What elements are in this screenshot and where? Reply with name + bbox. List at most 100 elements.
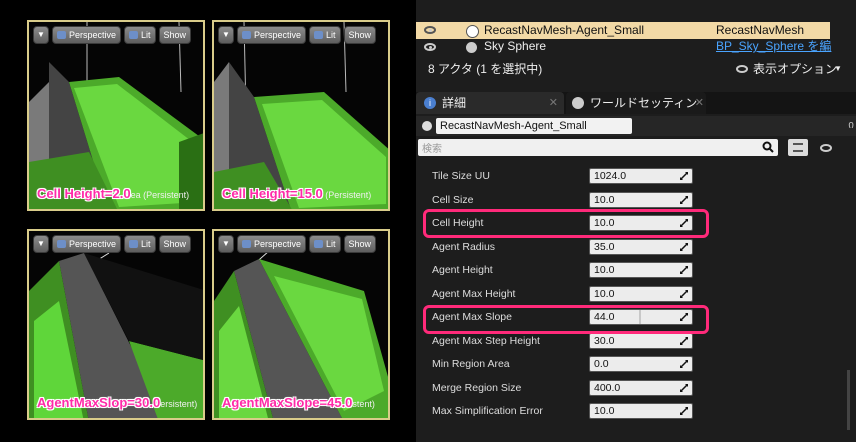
- viewport-caption: AgentMaxSlop=30.0ersistent): [37, 395, 198, 410]
- viewport-toolbar: ▼ Perspective Lit Show: [218, 26, 377, 44]
- drag-arrows-icon: [680, 195, 688, 204]
- perspective-button[interactable]: Perspective: [237, 235, 307, 253]
- details-header: RecastNavMesh-Agent_Small ი: [416, 116, 856, 136]
- viewport-caption: AgentMaxSlope=45.0stent): [222, 395, 375, 410]
- property-label: Min Region Area: [432, 358, 510, 370]
- perspective-button[interactable]: Perspective: [52, 26, 122, 44]
- property-label: Agent Radius: [432, 240, 496, 253]
- tab-bar: i 詳細 ✕ ワールドセッティン ✕: [416, 92, 856, 114]
- tab-world-settings[interactable]: ワールドセッティン ✕: [566, 92, 706, 114]
- scene-render: [214, 250, 388, 418]
- search-input[interactable]: 検索: [418, 139, 778, 156]
- property-value: 1024.0: [594, 170, 627, 182]
- chevron-down-icon: ▼: [37, 30, 45, 39]
- highlight-cell-height: [423, 209, 709, 238]
- grid-icon: [793, 143, 803, 152]
- property-value-field[interactable]: 1024.0: [589, 168, 693, 184]
- viewport-toolbar: ▼ Perspective Lit Show: [218, 235, 377, 253]
- viewport-cell-height-15[interactable]: ▼ Perspective Lit Show Cell Height=15.0 …: [212, 20, 390, 211]
- property-value: 30.0: [594, 334, 615, 347]
- globe-icon: [572, 97, 584, 109]
- perspective-button[interactable]: Perspective: [52, 235, 122, 253]
- lit-icon: [129, 240, 139, 248]
- viewport-max-slope-30[interactable]: ▼ Perspective Lit Show AgentMaxSlop=30.0…: [27, 229, 205, 420]
- lock-icon[interactable]: ი: [848, 118, 854, 131]
- drag-arrows-icon: [680, 407, 688, 415]
- lit-icon: [129, 31, 139, 39]
- scene-render: [29, 252, 203, 418]
- chevron-down-icon: ▼: [222, 239, 230, 248]
- property-list: Tile Size UU 1024.0 Cell Size 10.0 Cell Heig…: [416, 160, 856, 442]
- chevron-down-icon: ▼: [222, 30, 230, 39]
- scene-render: [29, 22, 203, 209]
- viewport-caption: Cell Height=2.0ea (Persistent): [37, 186, 190, 201]
- property-value-field[interactable]: 10.0: [589, 262, 693, 278]
- property-label: Agent Height: [432, 264, 493, 276]
- lit-button[interactable]: Lit: [124, 26, 156, 44]
- actor-icon: [422, 121, 432, 131]
- highlight-agent-max-slope: [423, 305, 709, 334]
- viewport-menu-button[interactable]: ▼: [218, 235, 234, 253]
- drag-arrows-icon: [680, 336, 688, 345]
- drag-arrows-icon: [680, 360, 688, 368]
- show-button[interactable]: Show: [158, 26, 192, 44]
- property-value-field[interactable]: 10.0: [589, 191, 693, 208]
- property-value-field[interactable]: 10.0: [589, 285, 693, 302]
- perspective-icon: [242, 240, 251, 248]
- perspective-icon: [57, 31, 66, 39]
- property-label: Cell Size: [432, 193, 474, 206]
- outliner-row-selected[interactable]: RecastNavMesh-Agent_Small RecastNavMesh: [416, 22, 830, 39]
- show-button[interactable]: Show: [343, 26, 377, 44]
- eye-icon[interactable]: [424, 26, 436, 34]
- tab-details[interactable]: i 詳細 ✕: [416, 92, 564, 114]
- perspective-button[interactable]: Perspective: [237, 26, 307, 44]
- lit-icon: [314, 240, 324, 248]
- viewport-menu-button[interactable]: ▼: [33, 235, 49, 253]
- scene-render: [214, 22, 388, 209]
- viewport-toolbar: ▼ Perspective Lit Show: [33, 235, 192, 253]
- property-label: Max Simplification Error: [432, 405, 543, 417]
- eye-icon[interactable]: [820, 144, 832, 152]
- close-icon[interactable]: ✕: [695, 92, 704, 114]
- property-value-field[interactable]: 0.0: [589, 356, 693, 372]
- viewport-cell-height-2[interactable]: ▼ Perspective Lit Show Cell Height=2.0ea…: [27, 20, 205, 211]
- viewport-max-slope-45[interactable]: ▼ Perspective Lit Show AgentMaxSlope=45.…: [212, 229, 390, 420]
- property-value: 10.0: [594, 287, 615, 300]
- close-icon[interactable]: ✕: [549, 92, 558, 114]
- actor-icon: [466, 25, 479, 38]
- property-label: Agent Max Step Height: [432, 334, 540, 347]
- property-label: Agent Max Height: [432, 287, 516, 300]
- actor-name-field[interactable]: RecastNavMesh-Agent_Small: [436, 118, 632, 134]
- lit-button[interactable]: Lit: [124, 235, 156, 253]
- drag-arrows-icon: [680, 289, 688, 298]
- show-button[interactable]: Show: [158, 235, 192, 253]
- property-matrix-button[interactable]: [788, 139, 808, 156]
- view-options-button[interactable]: 表示オプション: [753, 58, 837, 80]
- property-label: Merge Region Size: [432, 381, 522, 394]
- info-icon: i: [424, 97, 436, 109]
- show-button[interactable]: Show: [343, 235, 377, 253]
- chevron-down-icon: ▼: [834, 64, 842, 73]
- property-value: 10.0: [594, 193, 615, 206]
- viewport-menu-button[interactable]: ▼: [33, 26, 49, 44]
- property-value-field[interactable]: 10.0: [589, 403, 693, 419]
- eye-icon: [736, 65, 748, 73]
- outliner-row[interactable]: Sky Sphere BP_Sky_Sphere を編: [416, 40, 856, 54]
- property-value: 35.0: [594, 240, 615, 253]
- viewport-menu-button[interactable]: ▼: [218, 26, 234, 44]
- property-value-field[interactable]: 30.0: [589, 332, 693, 349]
- perspective-icon: [242, 31, 251, 39]
- lit-button[interactable]: Lit: [309, 26, 341, 44]
- editor-panel: RecastNavMesh-Agent_Small RecastNavMesh …: [416, 0, 856, 442]
- property-value-field[interactable]: 400.0: [589, 379, 693, 396]
- property-value: 10.0: [594, 405, 615, 417]
- scrollbar[interactable]: [847, 370, 850, 430]
- lit-button[interactable]: Lit: [309, 235, 341, 253]
- property-value: 400.0: [594, 381, 621, 394]
- drag-arrows-icon: [680, 172, 688, 180]
- eye-icon[interactable]: [424, 43, 436, 51]
- property-label: Tile Size UU: [432, 170, 490, 182]
- actor-icon: [466, 42, 477, 53]
- property-value: 0.0: [594, 358, 609, 370]
- property-value-field[interactable]: 35.0: [589, 238, 693, 255]
